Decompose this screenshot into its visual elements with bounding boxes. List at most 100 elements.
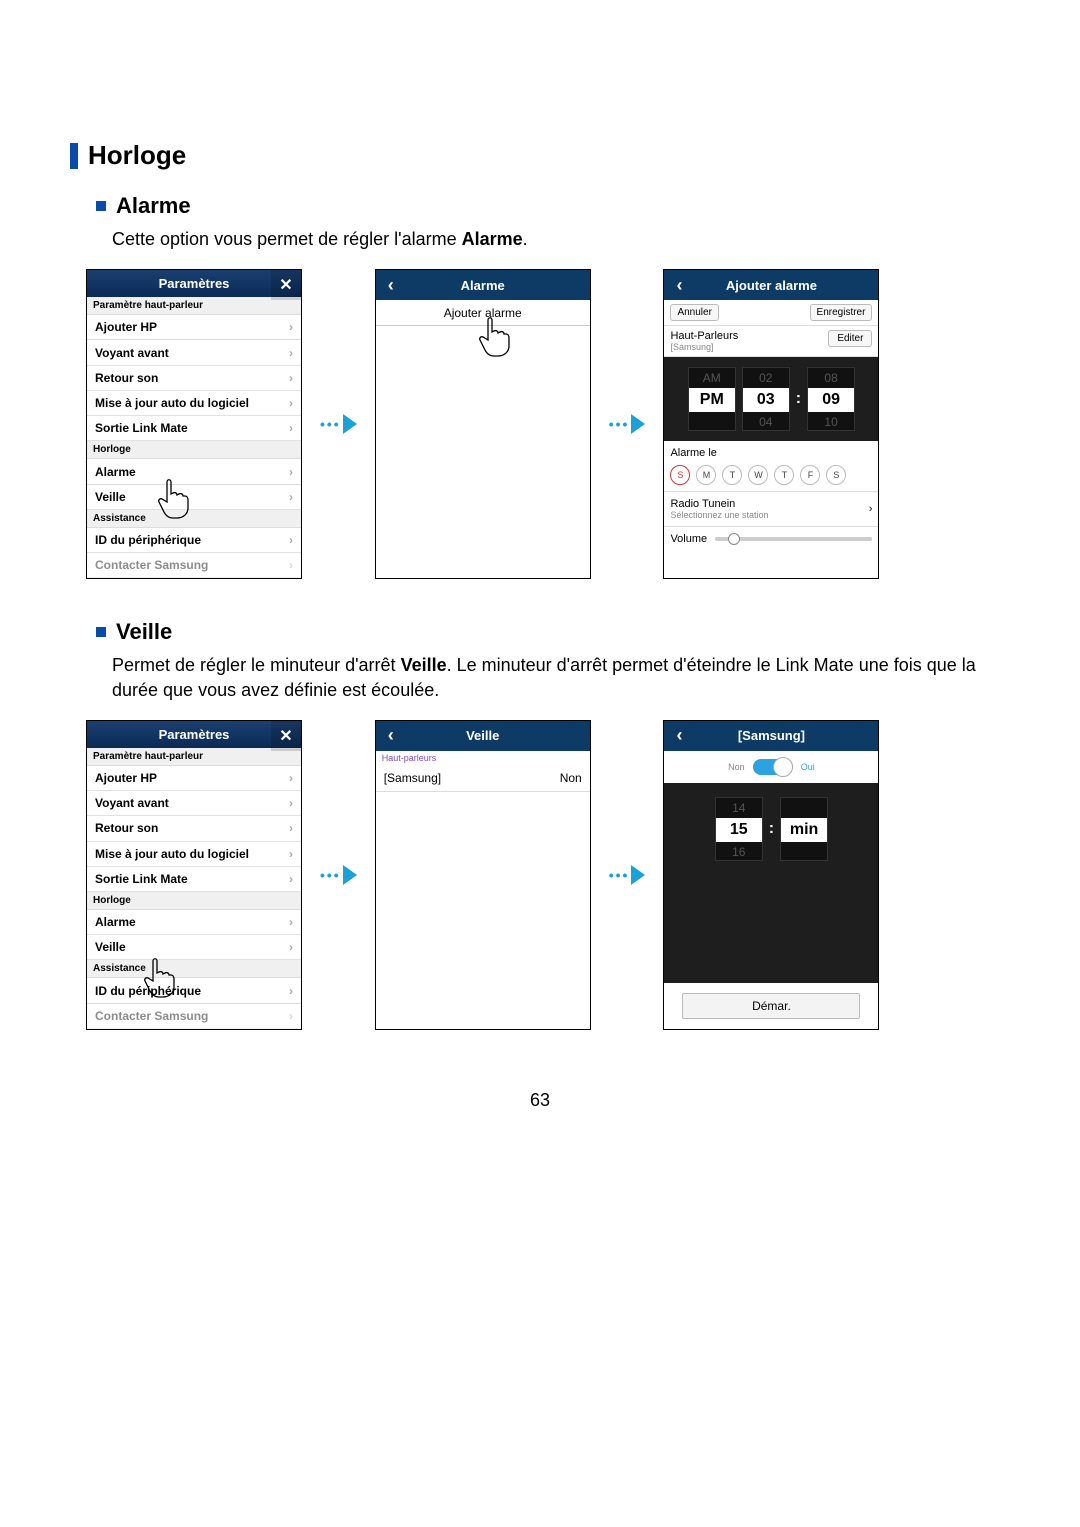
start-button[interactable]: Démar. (682, 993, 860, 1019)
close-icon[interactable]: ✕ (271, 721, 301, 751)
alarme-title: Alarme (376, 278, 590, 293)
chevron-right-icon: › (289, 396, 293, 410)
alarme-header: ‹ Alarme (376, 270, 590, 300)
subsection-heading-alarme: Alarme (96, 193, 1010, 219)
veille-header: ‹ Veille (376, 721, 590, 751)
hp-label: Haut-Parleurs (670, 330, 738, 342)
item-veille[interactable]: Veille› (87, 935, 301, 960)
edit-button[interactable]: Editer (828, 330, 872, 347)
heading-bar-icon (70, 143, 78, 169)
item-sortie-link-mate[interactable]: Sortie Link Mate› (87, 867, 301, 892)
item-maj-logiciel[interactable]: Mise à jour auto du logiciel› (87, 391, 301, 416)
item-maj-logiciel[interactable]: Mise à jour auto du logiciel› (87, 842, 301, 867)
settings-header: Paramètres ✕ (87, 270, 301, 297)
close-icon[interactable]: ✕ (271, 270, 301, 300)
chevron-right-icon: › (289, 371, 293, 385)
veille-speaker-value: Non (560, 771, 582, 785)
settings-panel: Paramètres ✕ Paramètre haut-parleur Ajou… (86, 269, 302, 579)
sleep-toggle[interactable] (753, 759, 793, 775)
item-contacter-samsung[interactable]: Contacter Samsung› (87, 553, 301, 578)
item-retour-son[interactable]: Retour son› (87, 816, 301, 841)
alarme-list-panel: ‹ Alarme Ajouter alarme (375, 269, 591, 579)
sleep-toggle-row: Non Oui (664, 751, 878, 783)
item-voyant-avant[interactable]: Voyant avant› (87, 791, 301, 816)
item-id-peripherique[interactable]: ID du périphérique› (87, 978, 301, 1003)
day-s2[interactable]: S (826, 465, 846, 485)
chevron-right-icon: › (869, 503, 873, 515)
veille-desc-pre: Permet de régler le minuteur d'arrêt (112, 655, 401, 675)
chevron-right-icon: › (289, 490, 293, 504)
veille-title: Veille (376, 728, 590, 743)
item-retour-son[interactable]: Retour son› (87, 366, 301, 391)
veille-speaker-row[interactable]: [Samsung] Non (376, 765, 590, 792)
subsection-heading-veille: Veille (96, 619, 1010, 645)
radio-row[interactable]: Radio Tunein Sélectionnez une station › (664, 492, 878, 527)
veille-group-label: Haut-parleurs (376, 751, 590, 765)
volume-slider[interactable] (715, 537, 872, 541)
hour-picker[interactable]: 02 03 04 (742, 367, 790, 431)
item-id-peripherique[interactable]: ID du périphérique› (87, 528, 301, 553)
page-number: 63 (70, 1090, 1010, 1111)
day-t[interactable]: T (722, 465, 742, 485)
back-icon[interactable]: ‹ (376, 721, 406, 751)
item-contacter-samsung[interactable]: Contacter Samsung› (87, 1004, 301, 1029)
chevron-right-icon: › (289, 915, 293, 929)
back-icon[interactable]: ‹ (664, 270, 694, 300)
slider-thumb-icon[interactable] (728, 533, 740, 545)
alarme-screens-row: Paramètres ✕ Paramètre haut-parleur Ajou… (86, 269, 1010, 579)
triangle-right-icon (631, 414, 645, 434)
back-icon[interactable]: ‹ (664, 721, 694, 751)
chevron-right-icon: › (289, 872, 293, 886)
day-s[interactable]: S (670, 465, 690, 485)
item-ajouter-hp[interactable]: Ajouter HP› (87, 315, 301, 340)
veille-detail-title: [Samsung] (664, 728, 878, 743)
item-voyant-avant[interactable]: Voyant avant› (87, 340, 301, 365)
minutes-picker[interactable]: 14 15 16 : min (664, 783, 878, 875)
flow-arrow: ••• (320, 865, 357, 885)
ampm-picker[interactable]: AM PM (688, 367, 736, 431)
dots-icon: ••• (609, 416, 630, 432)
toggle-knob-icon (773, 757, 793, 777)
item-alarme[interactable]: Alarme› (87, 459, 301, 484)
item-alarme[interactable]: Alarme› (87, 910, 301, 935)
chevron-right-icon: › (289, 1009, 293, 1023)
speakers-row[interactable]: Haut-Parleurs [Samsung] Editer (664, 326, 878, 357)
day-f[interactable]: F (800, 465, 820, 485)
alarme-desc-pre: Cette option vous permet de régler l'ala… (112, 229, 462, 249)
veille-screens-row: Paramètres ✕ Paramètre haut-parleur Ajou… (86, 720, 1010, 1030)
flow-arrow: ••• (609, 865, 646, 885)
veille-list-panel: ‹ Veille Haut-parleurs [Samsung] Non (375, 720, 591, 1030)
veille-description: Permet de régler le minuteur d'arrêt Vei… (112, 653, 1010, 702)
add-alarm-row[interactable]: Ajouter alarme (376, 300, 590, 326)
minutes-col[interactable]: 14 15 16 (715, 797, 763, 861)
cancel-button[interactable]: Annuler (670, 304, 718, 321)
item-sortie-link-mate[interactable]: Sortie Link Mate› (87, 416, 301, 441)
save-button[interactable]: Enregistrer (810, 304, 873, 321)
heading-square-icon (96, 201, 106, 211)
back-icon[interactable]: ‹ (376, 270, 406, 300)
section-heading-horloge: Horloge (70, 140, 1010, 171)
day-m[interactable]: M (696, 465, 716, 485)
veille-detail-header: ‹ [Samsung] (664, 721, 878, 751)
settings-title: Paramètres (159, 727, 230, 742)
chevron-right-icon: › (289, 558, 293, 572)
item-ajouter-hp[interactable]: Ajouter HP› (87, 766, 301, 791)
veille-detail-panel: ‹ [Samsung] Non Oui 14 15 16 : min Démar… (663, 720, 879, 1030)
empty-area (376, 326, 590, 578)
dots-icon: ••• (320, 416, 341, 432)
add-alarm-actions: Annuler Enregistrer (664, 300, 878, 326)
time-picker[interactable]: AM PM 02 03 04 : 08 09 10 (664, 357, 878, 441)
day-t2[interactable]: T (774, 465, 794, 485)
minute-picker[interactable]: 08 09 10 (807, 367, 855, 431)
flow-arrow: ••• (320, 414, 357, 434)
h2-veille-text: Veille (116, 619, 172, 645)
add-alarm-label: Ajouter alarme (444, 306, 522, 320)
settings-title: Paramètres (159, 276, 230, 291)
toggle-off-label: Non (728, 762, 745, 772)
colon-icon: : (769, 820, 774, 838)
veille-desc-bold: Veille (401, 655, 447, 675)
day-w[interactable]: W (748, 465, 768, 485)
group-assistance: Assistance (87, 510, 301, 528)
add-alarm-title: Ajouter alarme (664, 278, 878, 293)
item-veille[interactable]: Veille› (87, 485, 301, 510)
